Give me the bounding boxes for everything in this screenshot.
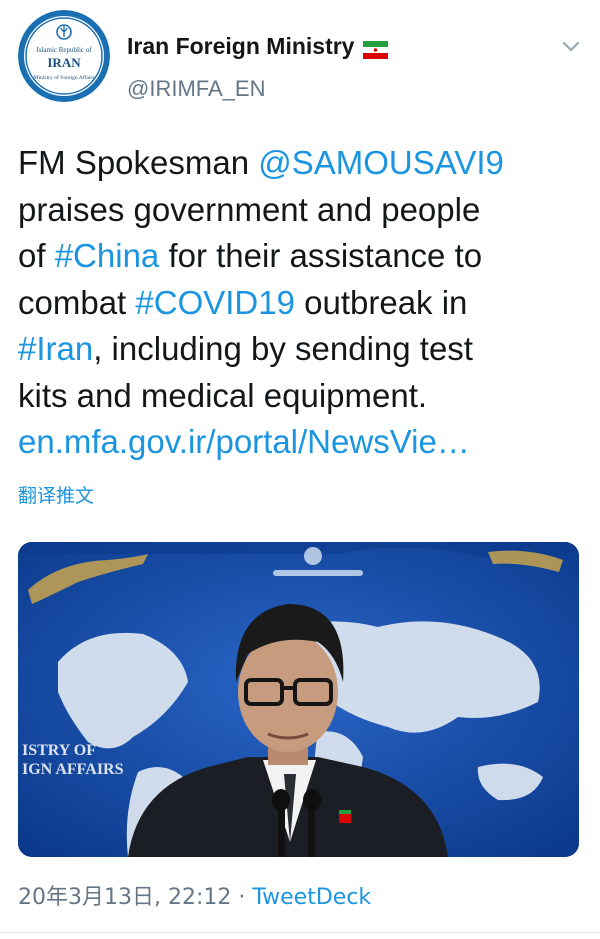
tweet-text-line: kits and medical equipment. bbox=[18, 373, 593, 420]
tweet-image[interactable]: ISTRY OF IGN AFFAIRS bbox=[18, 542, 579, 857]
svg-text:IRAN: IRAN bbox=[47, 55, 81, 70]
tweet-text: FM Spokesman @SAMOUSAVI9 praises governme… bbox=[18, 140, 593, 466]
hashtag-link[interactable]: #COVID19 bbox=[135, 284, 295, 321]
timestamp[interactable]: 20年3月13日, 22:12 bbox=[18, 885, 231, 910]
svg-text:ISTRY OF: ISTRY OF bbox=[22, 742, 96, 759]
translate-tweet-link[interactable]: 翻译推文 bbox=[18, 481, 94, 508]
chevron-down-icon[interactable] bbox=[560, 37, 582, 57]
tweet-text-segment: of bbox=[18, 237, 55, 274]
tweet-text-line: of #China for their assistance to bbox=[18, 233, 593, 280]
hashtag-link[interactable]: #Iran bbox=[18, 330, 93, 367]
source-link[interactable]: TweetDeck bbox=[252, 885, 371, 910]
tweet-text-segment: , including by sending test bbox=[93, 330, 473, 367]
tweet-text-line: #Iran, including by sending test bbox=[18, 326, 593, 373]
svg-text:Ministry of Foreign Affairs: Ministry of Foreign Affairs bbox=[34, 74, 95, 81]
divider bbox=[0, 932, 600, 933]
tweet-text-segment: kits and medical equipment. bbox=[18, 376, 428, 414]
mention-link[interactable]: @SAMOUSAVI9 bbox=[258, 144, 504, 181]
svg-text:IGN AFFAIRS: IGN AFFAIRS bbox=[22, 761, 124, 778]
tweet-text-line: combat #COVID19 outbreak in bbox=[18, 280, 593, 327]
meta-separator: · bbox=[231, 885, 253, 910]
tweet-text-line: praises government and people bbox=[18, 187, 593, 234]
tweet-text-line: en.mfa.gov.ir/portal/NewsVie… bbox=[18, 419, 593, 466]
url-link[interactable]: en.mfa.gov.ir/portal/NewsVie… bbox=[18, 423, 470, 460]
tweet-text-segment: combat bbox=[18, 283, 136, 321]
iran-flag-icon bbox=[363, 38, 389, 59]
avatar[interactable]: Islamic Republic of IRAN Ministry of For… bbox=[18, 10, 110, 102]
author-name-label: Iran Foreign Ministry bbox=[127, 33, 355, 59]
tweet-meta: 20年3月13日, 22:12 · TweetDeck bbox=[18, 879, 371, 911]
hashtag-link[interactable]: #China bbox=[55, 237, 160, 274]
tweet-text-segment: outbreak in bbox=[294, 283, 468, 321]
svg-text:Islamic Republic of: Islamic Republic of bbox=[36, 46, 92, 54]
tweet-text-segment: praises government and people bbox=[18, 190, 481, 228]
tweet-text-segment: for their assistance to bbox=[159, 237, 483, 274]
author-name[interactable]: Iran Foreign Ministry bbox=[127, 33, 389, 60]
author-handle[interactable]: @IRIMFA_EN bbox=[127, 76, 265, 102]
tweet-text-line: FM Spokesman @SAMOUSAVI9 bbox=[18, 140, 593, 187]
tweet-text-segment: FM Spokesman bbox=[18, 144, 259, 181]
